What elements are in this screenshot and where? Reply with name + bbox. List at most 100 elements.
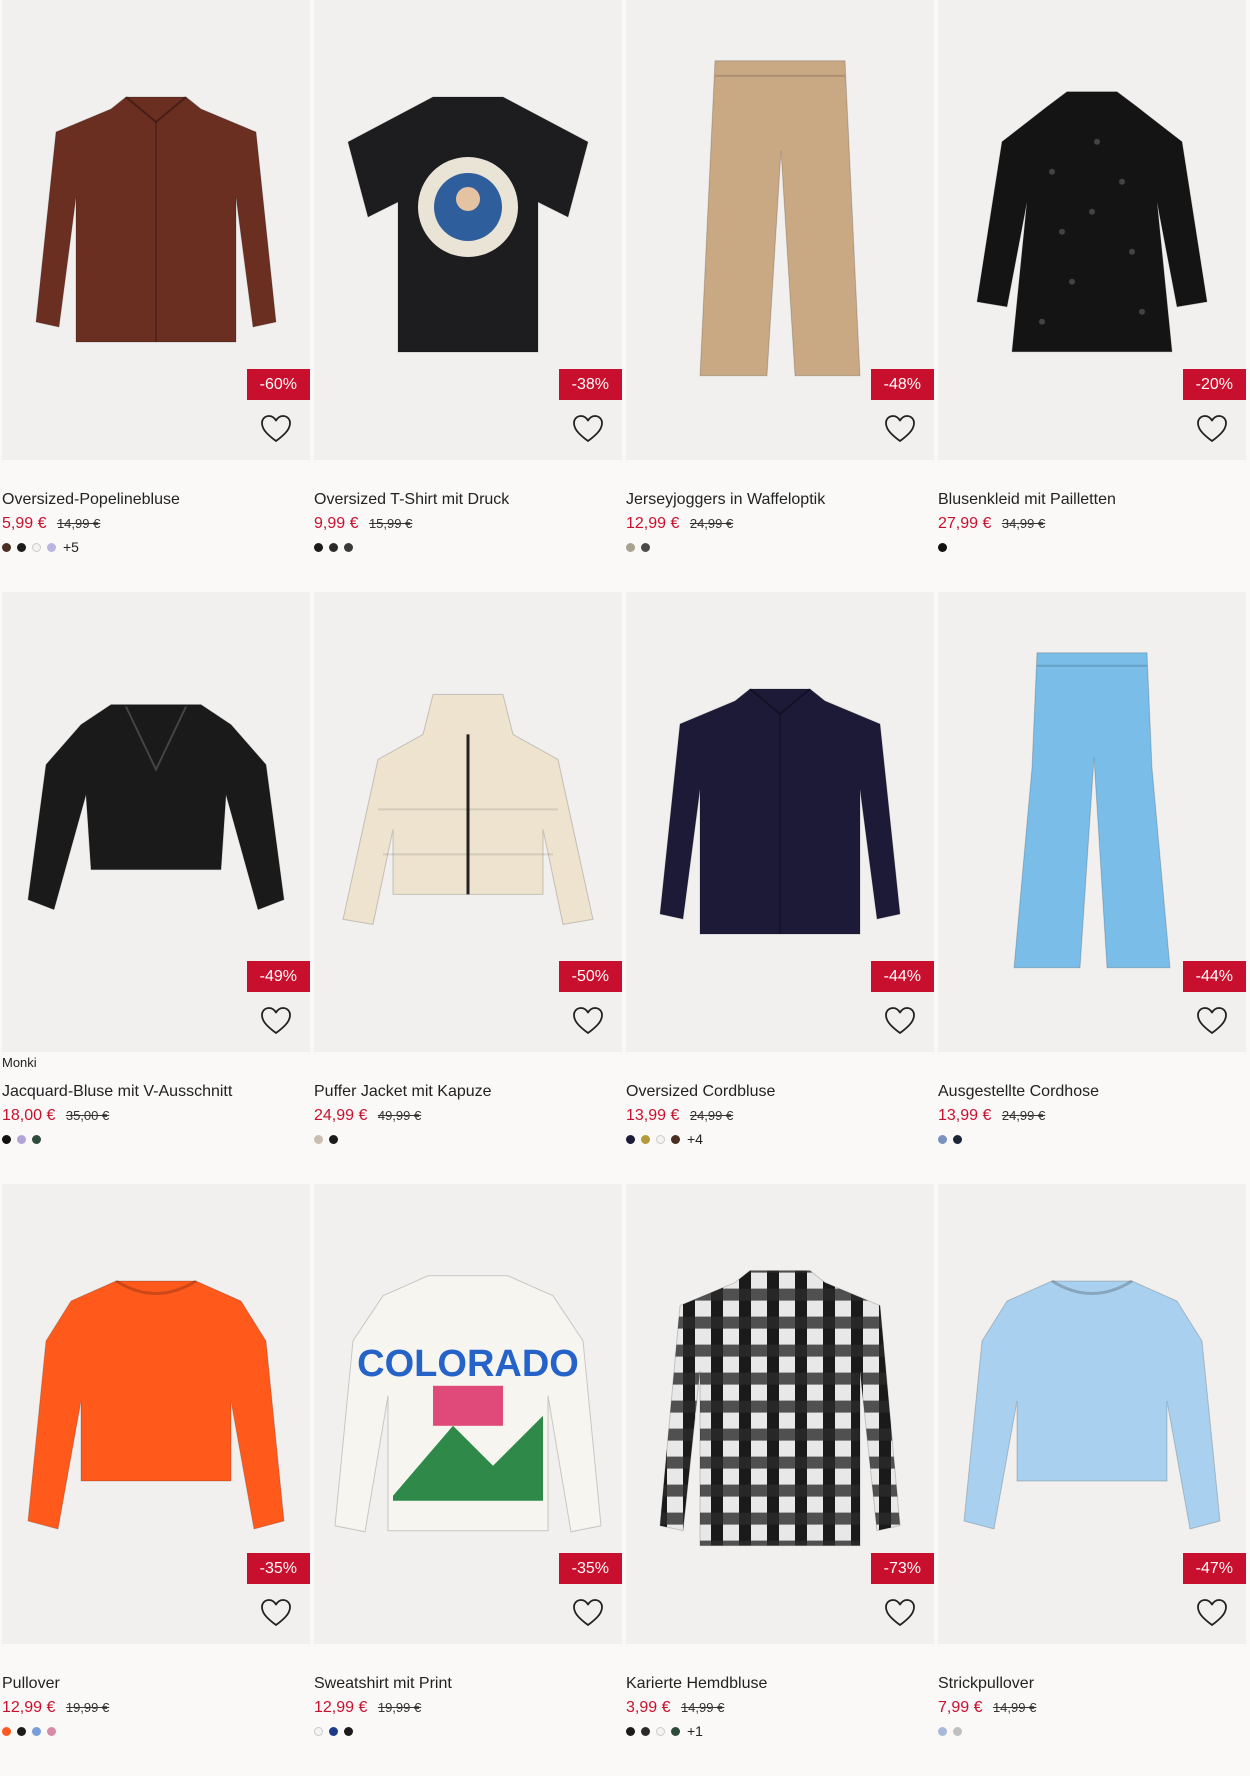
product-image[interactable]: -73% [626, 1184, 934, 1644]
color-swatches [314, 1132, 622, 1146]
svg-text:COLORADO: COLORADO [357, 1343, 579, 1385]
product-info: Karierte Hemdbluse 3,99 € 14,99 € +1 [626, 1673, 934, 1739]
color-swatch[interactable] [32, 542, 41, 552]
product-image[interactable]: -49% [2, 592, 310, 1052]
product-card[interactable]: COLORADO -35% Sweatshirt mit Print 12,99… [314, 1184, 622, 1776]
color-swatch[interactable] [314, 1726, 323, 1736]
product-image[interactable]: -50% [314, 592, 622, 1052]
product-name[interactable]: Jacquard-Bluse mit V-Ausschnitt [2, 1081, 310, 1103]
color-swatch[interactable] [314, 1134, 323, 1144]
product-card[interactable]: -38% Oversized T-Shirt mit Druck 9,99 € … [314, 0, 622, 592]
heart-icon[interactable] [259, 1596, 293, 1630]
garment-illustration [31, 87, 281, 362]
heart-icon[interactable] [883, 412, 917, 446]
garment-illustration [962, 1271, 1222, 1546]
product-card[interactable]: -44% Ausgestellte Cordhose 13,99 € 24,99… [938, 592, 1246, 1184]
product-card[interactable]: -47% Strickpullover 7,99 € 14,99 € [938, 1184, 1246, 1776]
more-colors[interactable]: +4 [687, 1131, 703, 1147]
color-swatch[interactable] [953, 1134, 962, 1144]
color-swatch[interactable] [656, 1134, 665, 1144]
color-swatch[interactable] [626, 1134, 635, 1144]
heart-icon[interactable] [571, 412, 605, 446]
heart-icon[interactable] [1195, 412, 1229, 446]
color-swatch[interactable] [938, 542, 947, 552]
product-name[interactable]: Ausgestellte Cordhose [938, 1081, 1246, 1103]
product-name[interactable]: Oversized-Popelinebluse [2, 489, 310, 511]
color-swatch[interactable] [938, 1134, 947, 1144]
product-image[interactable]: -48% [626, 0, 934, 460]
garment-illustration [26, 695, 286, 940]
original-price: 49,99 € [377, 1108, 422, 1123]
product-image[interactable]: -20% [938, 0, 1246, 460]
brand-name: Monki [2, 1055, 37, 1070]
heart-icon[interactable] [883, 1596, 917, 1630]
color-swatch[interactable] [47, 542, 56, 552]
product-image[interactable]: -60% [2, 0, 310, 460]
product-name[interactable]: Oversized Cordbluse [626, 1081, 934, 1103]
product-name[interactable]: Sweatshirt mit Print [314, 1673, 622, 1695]
discount-badge: -44% [1182, 961, 1246, 992]
more-colors[interactable]: +5 [63, 539, 79, 555]
discount-badge: -20% [1182, 369, 1246, 400]
color-swatch[interactable] [2, 1134, 11, 1144]
heart-icon[interactable] [1195, 1596, 1229, 1630]
product-card[interactable]: -50% Puffer Jacket mit Kapuze 24,99 € 49… [314, 592, 622, 1184]
product-card[interactable]: -44% Oversized Cordbluse 13,99 € 24,99 €… [626, 592, 934, 1184]
product-name[interactable]: Pullover [2, 1673, 310, 1695]
color-swatch[interactable] [656, 1726, 665, 1736]
sale-price: 12,99 € [314, 1699, 368, 1716]
color-swatch[interactable] [329, 542, 338, 552]
product-image[interactable]: -38% [314, 0, 622, 460]
product-name[interactable]: Karierte Hemdbluse [626, 1673, 934, 1695]
color-swatch[interactable] [329, 1134, 338, 1144]
product-image[interactable]: COLORADO -35% [314, 1184, 622, 1644]
color-swatch[interactable] [671, 1726, 680, 1736]
price-row: 12,99 € 19,99 € [314, 1698, 622, 1718]
product-image[interactable]: -44% [938, 592, 1246, 1052]
color-swatch[interactable] [17, 1726, 26, 1736]
color-swatch[interactable] [329, 1726, 338, 1736]
product-info: Oversized T-Shirt mit Druck 9,99 € 15,99… [314, 489, 622, 554]
more-colors[interactable]: +1 [687, 1723, 703, 1739]
original-price: 24,99 € [1001, 1108, 1046, 1123]
color-swatch[interactable] [938, 1726, 947, 1736]
color-swatch[interactable] [17, 1134, 26, 1144]
heart-icon[interactable] [259, 412, 293, 446]
color-swatch[interactable] [641, 1134, 650, 1144]
color-swatch[interactable] [17, 542, 26, 552]
product-card[interactable]: -60% Oversized-Popelinebluse 5,99 € 14,9… [2, 0, 310, 592]
color-swatch[interactable] [953, 1726, 962, 1736]
product-card[interactable]: -48% Jerseyjoggers in Waffeloptik 12,99 … [626, 0, 934, 592]
product-card[interactable]: -49% Monki Jacquard-Bluse mit V-Ausschni… [2, 592, 310, 1184]
color-swatch[interactable] [641, 1726, 650, 1736]
product-card[interactable]: -20% Blusenkleid mit Pailletten 27,99 € … [938, 0, 1246, 592]
color-swatch[interactable] [2, 1726, 11, 1736]
product-name[interactable]: Strickpullover [938, 1673, 1246, 1695]
color-swatch[interactable] [626, 1726, 635, 1736]
product-card[interactable]: -35% Pullover 12,99 € 19,99 € [2, 1184, 310, 1776]
color-swatch[interactable] [641, 542, 650, 552]
product-name[interactable]: Oversized T-Shirt mit Druck [314, 489, 622, 511]
product-card[interactable]: -73% Karierte Hemdbluse 3,99 € 14,99 € +… [626, 1184, 934, 1776]
heart-icon[interactable] [571, 1004, 605, 1038]
color-swatch[interactable] [32, 1134, 41, 1144]
color-swatch[interactable] [344, 1726, 353, 1736]
color-swatch[interactable] [671, 1134, 680, 1144]
discount-badge: -38% [558, 369, 622, 400]
color-swatch[interactable] [2, 542, 11, 552]
product-image[interactable]: -47% [938, 1184, 1246, 1644]
product-image[interactable]: -35% [2, 1184, 310, 1644]
product-name[interactable]: Blusenkleid mit Pailletten [938, 489, 1246, 511]
heart-icon[interactable] [259, 1004, 293, 1038]
product-image[interactable]: -44% [626, 592, 934, 1052]
heart-icon[interactable] [571, 1596, 605, 1630]
color-swatch[interactable] [314, 542, 323, 552]
product-name[interactable]: Jerseyjoggers in Waffeloptik [626, 489, 934, 511]
color-swatch[interactable] [344, 542, 353, 552]
color-swatch[interactable] [47, 1726, 56, 1736]
heart-icon[interactable] [883, 1004, 917, 1038]
color-swatch[interactable] [626, 542, 635, 552]
color-swatch[interactable] [32, 1726, 41, 1736]
heart-icon[interactable] [1195, 1004, 1229, 1038]
product-name[interactable]: Puffer Jacket mit Kapuze [314, 1081, 622, 1103]
